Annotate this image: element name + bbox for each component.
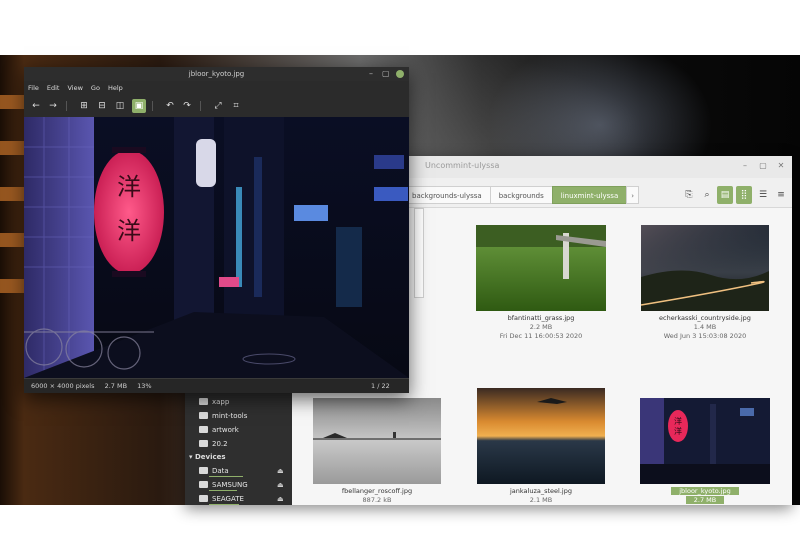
image-viewer-title: jbloor_kyoto.jpg — [188, 70, 245, 78]
eject-icon[interactable]: ⏏ — [277, 495, 284, 503]
compact-view-icon[interactable]: ≡ — [773, 186, 789, 204]
image-file-size: 2.7 MB — [104, 382, 128, 390]
eject-icon[interactable]: ⏏ — [277, 481, 284, 489]
breadcrumb-next-button[interactable]: › — [626, 186, 640, 204]
breadcrumb-item[interactable]: backgrounds-ulyssa — [403, 186, 491, 204]
breadcrumb-item-current[interactable]: linuxmint-ulyssa — [551, 186, 628, 204]
folder-icon — [199, 426, 208, 433]
previous-icon[interactable]: ← — [29, 99, 43, 113]
image-info: 6000 × 4000 pixels 2.7 MB 13% — [31, 382, 160, 390]
menu-go[interactable]: Go — [91, 81, 100, 95]
file-item-kyoto-selected[interactable]: jbloor_kyoto.jpg 2.7 MB — [625, 487, 785, 505]
file-item-roscoff[interactable]: fbellanger_roscoff.jpg 887.2 kB — [297, 487, 457, 505]
breadcrumb-item[interactable]: backgrounds — [489, 186, 553, 204]
sidebar-item-mint-tools[interactable]: mint-tools — [199, 412, 247, 420]
menu-bar: File Edit View Go Help — [24, 81, 409, 95]
sidebar-region — [414, 208, 424, 298]
menu-view[interactable]: View — [67, 81, 82, 95]
toggle-location-icon[interactable]: ⎘ — [681, 186, 697, 204]
status-bar: 6000 × 4000 pixels 2.7 MB 13% 1 / 22 — [24, 378, 409, 393]
eject-icon[interactable]: ⏏ — [277, 467, 284, 475]
sidebar-item-20-2[interactable]: 20.2 — [199, 440, 228, 448]
screenshot: Uncommint-ulyssa – ▢ ✕ backgrounds-ulyss… — [0, 0, 800, 560]
zoom-in-icon[interactable]: ⊞ — [77, 99, 91, 113]
file-thumbnail-steel[interactable] — [477, 388, 605, 484]
close-icon[interactable]: ✕ — [774, 159, 788, 173]
file-item-countryside[interactable]: echerkasski_countryside.jpg 1.4 MB Wed J… — [625, 314, 785, 341]
usb-icon — [199, 495, 208, 502]
displayed-photo: 洋 洋 — [24, 117, 409, 378]
maximize-icon[interactable]: ▢ — [382, 69, 390, 78]
rotate-left-icon[interactable]: ↶ — [163, 99, 177, 113]
folder-icon — [199, 440, 208, 447]
file-thumbnail-countryside[interactable] — [641, 225, 769, 311]
usage-bar — [209, 504, 239, 505]
file-thumbnail-roscoff[interactable] — [313, 398, 441, 484]
rotate-right-icon[interactable]: ↷ — [180, 99, 194, 113]
toolbar-separator — [200, 101, 201, 111]
file-item-grass[interactable]: bfantinatti_grass.jpg 2.2 MB Fri Dec 11 … — [461, 314, 621, 341]
image-viewer-titlebar[interactable]: jbloor_kyoto.jpg – ▢ — [24, 67, 409, 81]
toolbar-separator — [66, 101, 67, 111]
svg-text:洋: 洋 — [674, 426, 682, 436]
image-position: 1 / 22 — [371, 382, 390, 390]
drive-icon — [199, 467, 208, 474]
maximize-icon[interactable]: ▢ — [756, 159, 770, 173]
zoom-out-icon[interactable]: ⊟ — [95, 99, 109, 113]
list-view-icon[interactable]: ☰ — [755, 186, 771, 204]
usage-bar — [209, 476, 243, 477]
minimize-icon[interactable]: – — [369, 69, 373, 78]
menu-edit[interactable]: Edit — [47, 81, 60, 95]
zoom-fit-icon[interactable]: ▣ — [132, 99, 146, 113]
toolbar-separator — [152, 101, 153, 111]
folder-icon — [199, 398, 208, 405]
svg-text:洋: 洋 — [674, 416, 682, 426]
zoom-level: 13% — [137, 382, 152, 390]
search-icon[interactable]: ⌕ — [699, 186, 715, 204]
usage-bar — [209, 490, 237, 491]
next-icon[interactable]: → — [46, 99, 60, 113]
sidebar-item-xapp[interactable]: xapp — [199, 398, 229, 406]
menu-file[interactable]: File — [28, 81, 39, 95]
usb-icon — [199, 481, 208, 488]
image-dimensions: 6000 × 4000 pixels — [31, 382, 95, 390]
file-thumbnail-grass[interactable] — [476, 225, 606, 311]
sidebar-item-artwork[interactable]: artwork — [199, 426, 239, 434]
minimize-icon[interactable]: – — [738, 159, 752, 173]
sidebar-item-samsung[interactable]: SAMSUNG — [199, 481, 248, 489]
sidebar-item-seagate[interactable]: SEAGATE — [199, 495, 244, 503]
close-icon[interactable] — [396, 70, 404, 78]
image-viewer-window: jbloor_kyoto.jpg – ▢ File Edit View Go H… — [24, 67, 409, 393]
folder-icon — [199, 412, 208, 419]
sidebar-devices-header[interactable]: ▾ Devices — [189, 453, 226, 461]
lantern-character: 洋 — [117, 217, 141, 245]
icon-view-icon[interactable]: ⣿ — [736, 186, 752, 204]
menu-help[interactable]: Help — [108, 81, 123, 95]
image-viewer-toolbar: ← → ⊞ ⊟ ◫ ▣ ↶ ↷ ⤢ ⌗ — [24, 95, 409, 117]
breadcrumb: backgrounds-ulyssa backgrounds linuxmint… — [403, 186, 640, 204]
zoom-normal-icon[interactable]: ◫ — [113, 99, 127, 113]
lantern-character: 洋 — [117, 173, 141, 201]
slideshow-icon[interactable]: ⌗ — [229, 99, 243, 113]
sidebar-item-data[interactable]: Data — [199, 467, 229, 475]
file-manager-title: Uncommint-ulyssa — [425, 161, 500, 170]
new-folder-icon[interactable]: ▤ — [717, 186, 733, 204]
file-item-steel[interactable]: jankaluza_steel.jpg 2.1 MB — [461, 487, 621, 505]
file-thumbnail-kyoto[interactable]: 洋 洋 — [640, 398, 770, 484]
fullscreen-icon[interactable]: ⤢ — [211, 99, 225, 113]
